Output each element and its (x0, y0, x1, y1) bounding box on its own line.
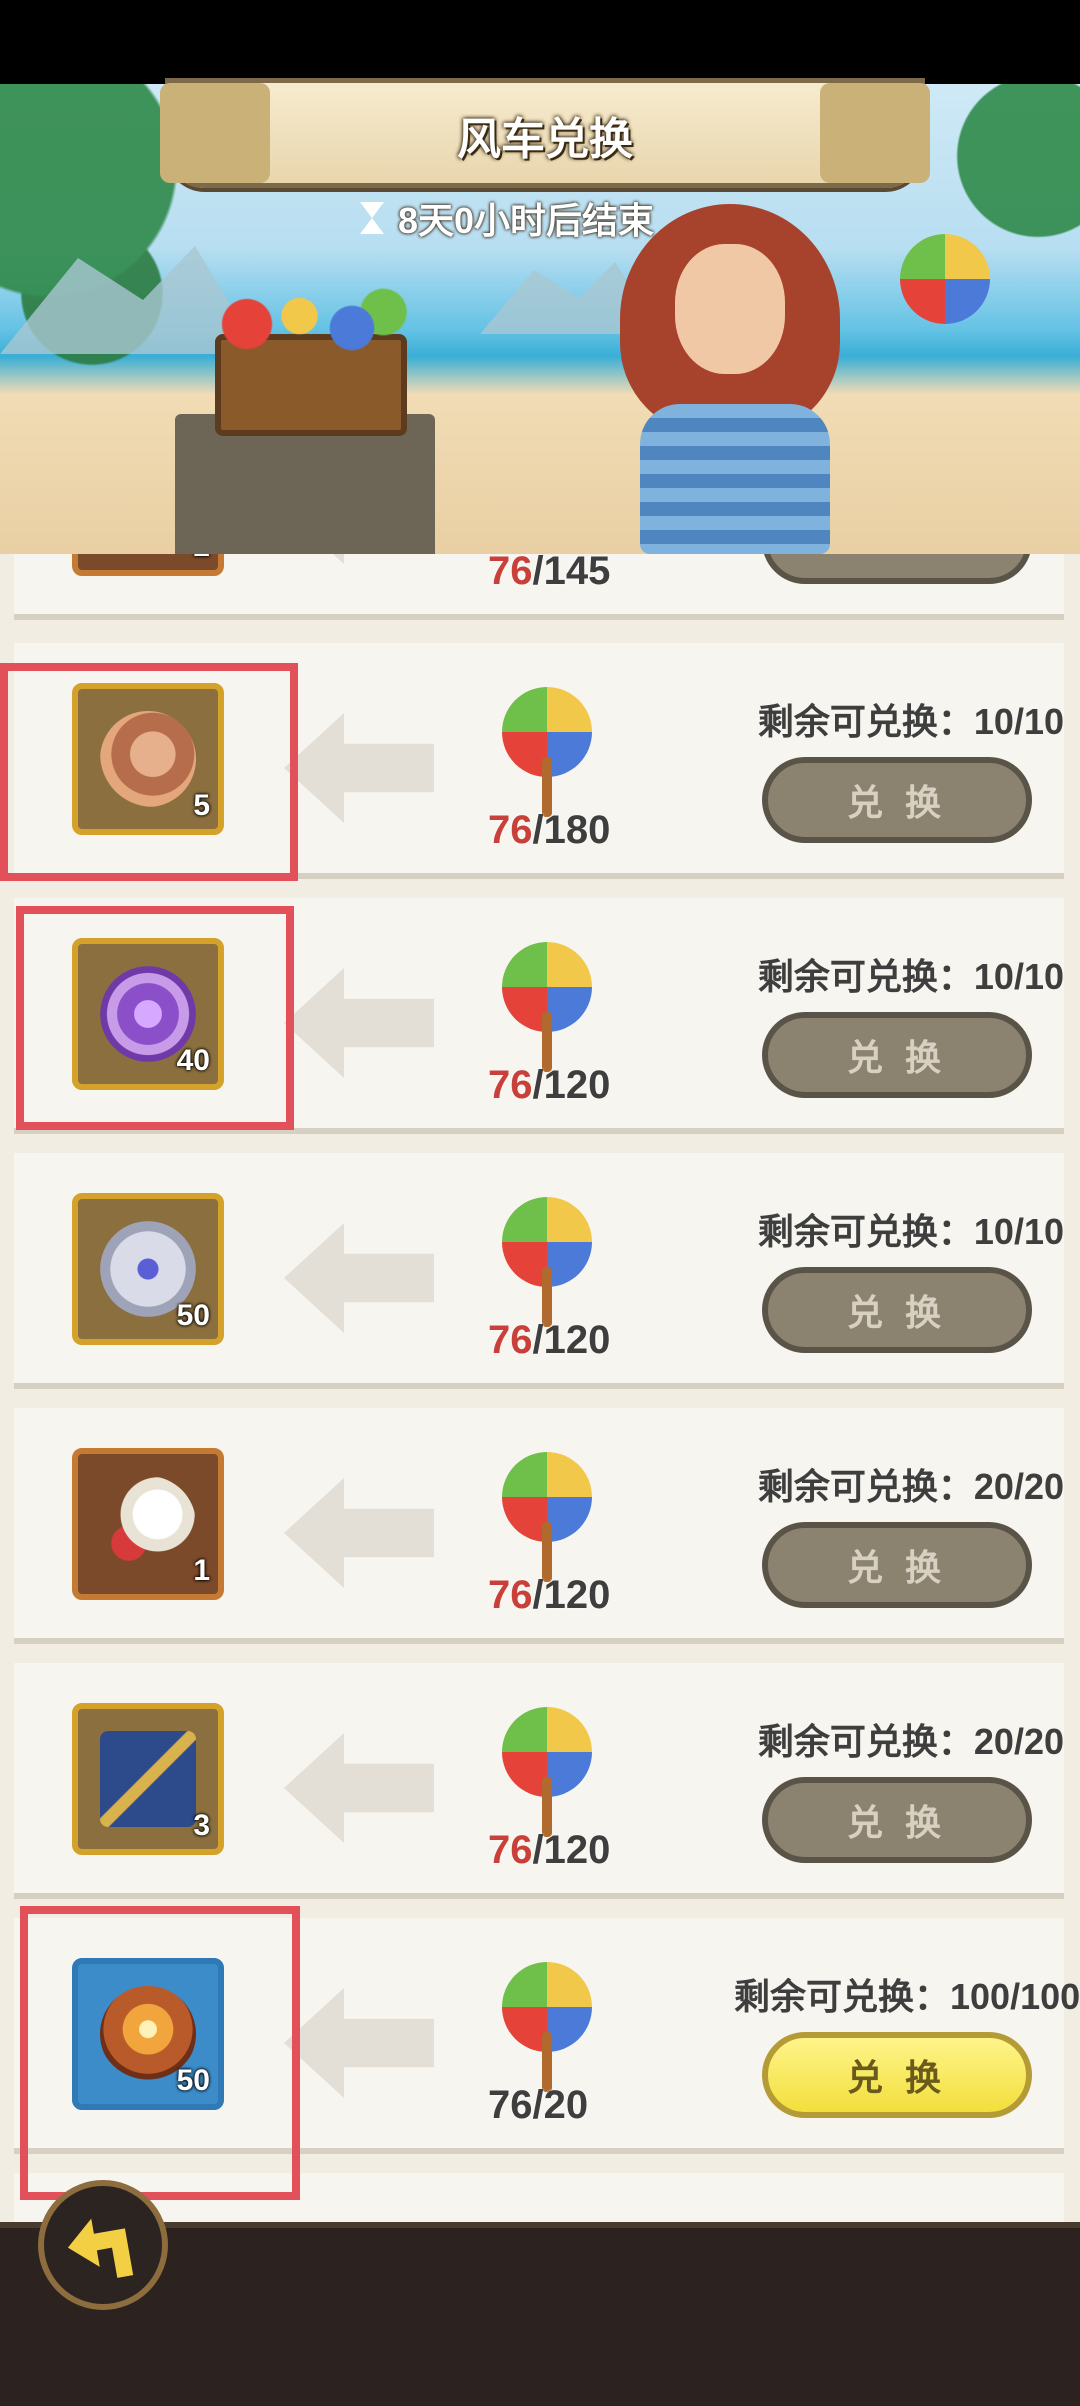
exchange-row: 50 76/20 剩余可兑换：100/100 兑 换 (14, 1918, 1080, 2154)
exchange-button[interactable]: 兑 换 (762, 1267, 1032, 1353)
exchange-arrow-icon (284, 1733, 434, 1843)
exchange-list[interactable]: 2 76/145 5 76/180 剩余可兑换：10/10 兑 换 40 76/… (0, 554, 1080, 2222)
item-quantity: 50 (176, 1299, 210, 1332)
reward-item[interactable]: 50 (72, 1193, 224, 1345)
hourglass-icon (360, 202, 384, 234)
cost-label: 76/120 (488, 1573, 611, 1617)
windmill-pile (205, 284, 415, 364)
exchange-arrow-icon (284, 1223, 434, 1333)
back-button[interactable] (38, 2180, 168, 2310)
feather-icon (100, 1476, 196, 1572)
windmill-icon (492, 1452, 602, 1582)
remaining-count: 剩余可兑换：10/10 (757, 701, 1064, 742)
reward-item[interactable]: 50 (72, 1958, 224, 2110)
exchange-button[interactable] (762, 554, 1032, 584)
item-quantity: 1 (193, 1554, 210, 1587)
item-quantity: 2 (193, 554, 210, 564)
scroll-icon (100, 711, 196, 807)
exchange-row: 5 76/180 剩余可兑换：10/10 兑 换 (14, 643, 1064, 879)
item-quantity: 3 (193, 1809, 210, 1842)
character-illustration (600, 204, 860, 554)
exchange-row: 40 76/120 剩余可兑换：10/10 兑 换 (14, 898, 1064, 1134)
windmill-icon (492, 687, 602, 817)
reward-item[interactable]: 2 (72, 554, 224, 576)
exchange-row (14, 2173, 1064, 2222)
remaining-count: 剩余可兑换：20/20 (757, 1466, 1064, 1507)
windmill-icon (492, 942, 602, 1072)
back-arrow-icon (62, 2204, 143, 2285)
exchange-row: 2 76/145 (14, 554, 1064, 620)
item-quantity: 5 (193, 789, 210, 822)
windmill-icon (492, 1707, 602, 1837)
cost-label: 76/120 (488, 1063, 611, 1107)
cost-label: 76/180 (488, 808, 611, 852)
windmill-icon (492, 1197, 602, 1327)
windmill-icon (900, 234, 990, 324)
remaining-count: 剩余可兑换：20/20 (757, 1721, 1064, 1762)
book-icon (100, 1731, 196, 1827)
page-title: 风车兑换 (457, 115, 633, 164)
exchange-row: 50 76/120 剩余可兑换：10/10 兑 换 (14, 1153, 1064, 1389)
cost-label: 76/145 (488, 554, 611, 593)
exchange-row: 1 76/120 剩余可兑换：20/20 兑 换 (14, 1408, 1064, 1644)
cost-label: 76/120 (488, 1828, 611, 1872)
exchange-arrow-icon (284, 713, 434, 823)
exchange-arrow-icon (284, 968, 434, 1078)
remaining-count: 剩余可兑换：10/10 (757, 1211, 1064, 1252)
exchange-button[interactable]: 兑 换 (762, 2032, 1032, 2118)
exchange-row: 3 76/120 剩余可兑换：20/20 兑 换 (14, 1663, 1064, 1899)
remaining-count: 剩余可兑换：100/100 (734, 1976, 1080, 2017)
cost-label: 76/20 (488, 2083, 589, 2127)
exchange-arrow-icon (284, 1988, 434, 2098)
exchange-arrow-icon (284, 554, 434, 564)
reward-item[interactable]: 3 (72, 1703, 224, 1855)
exchange-button[interactable]: 兑 换 (762, 757, 1032, 843)
reward-item[interactable]: 5 (72, 683, 224, 835)
title-plate: 风车兑换 (160, 78, 930, 188)
reward-item[interactable]: 40 (72, 938, 224, 1090)
exchange-button[interactable]: 兑 换 (762, 1012, 1032, 1098)
cost-label: 76/120 (488, 1318, 611, 1362)
event-timer: 8天0小时后结束 (360, 192, 654, 244)
remaining-count: 剩余可兑换：10/10 (757, 956, 1064, 997)
reward-item[interactable]: 1 (72, 1448, 224, 1600)
windmill-icon (492, 1962, 602, 2092)
exchange-arrow-icon (284, 1478, 434, 1588)
exchange-button[interactable]: 兑 换 (762, 1777, 1032, 1863)
exchange-button[interactable]: 兑 换 (762, 1522, 1032, 1608)
item-quantity: 50 (176, 2064, 210, 2097)
timer-text: 8天0小时后结束 (398, 200, 655, 241)
item-quantity: 40 (176, 1044, 210, 1077)
